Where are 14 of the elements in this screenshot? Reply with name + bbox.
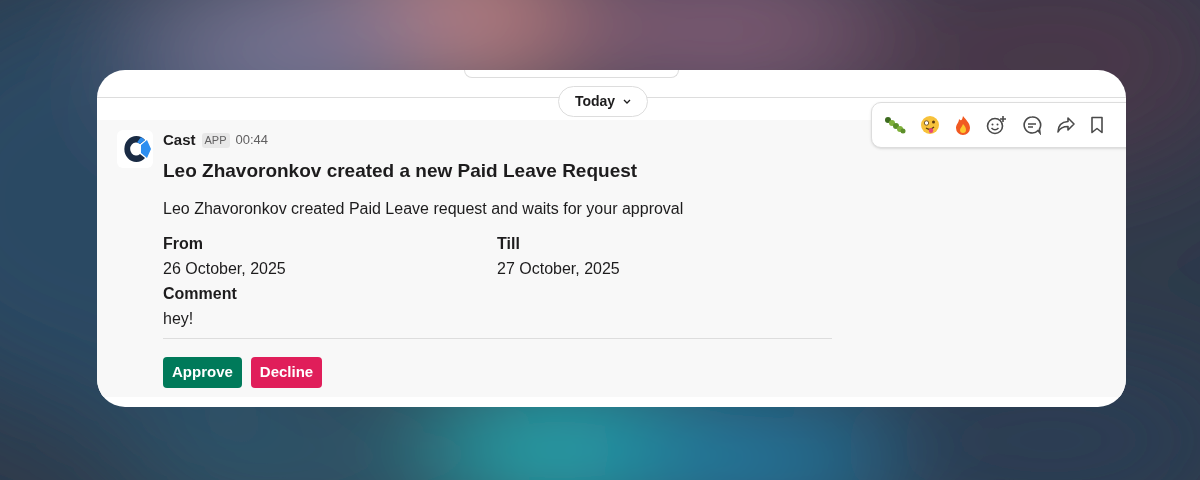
approve-button[interactable]: Approve — [163, 357, 242, 388]
field-value: 27 October, 2025 — [497, 259, 621, 279]
field-value: 26 October, 2025 — [163, 259, 287, 279]
app-badge: APP — [201, 132, 230, 148]
sender-name[interactable]: Cast — [163, 128, 196, 152]
field-label: Comment — [163, 284, 238, 304]
decline-button[interactable]: Decline — [250, 357, 323, 388]
date-divider-button[interactable]: Today — [557, 85, 649, 117]
field-label: From — [163, 234, 204, 254]
field-label: Till — [497, 234, 521, 254]
timestamp[interactable]: 00:44 — [235, 130, 269, 150]
message-title: Leo Zhavoronkov created a new Paid Leave Request — [163, 159, 639, 183]
message-text: Leo Zhavoronkov created Paid Leave request and waits for your approval — [163, 199, 685, 219]
field-value: hey! — [163, 309, 195, 329]
